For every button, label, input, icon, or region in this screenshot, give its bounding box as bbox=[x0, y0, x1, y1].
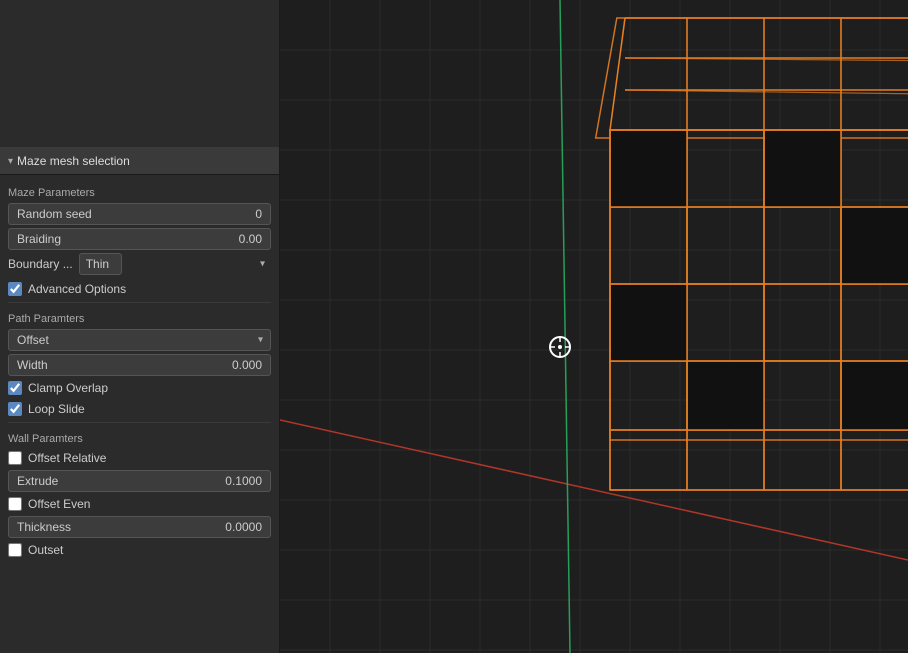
boundary-select[interactable]: Thin Thick None bbox=[79, 253, 122, 275]
divider-2 bbox=[8, 422, 271, 423]
boundary-label: Boundary ... bbox=[8, 257, 73, 271]
extrude-row: Extrude 0.1000 bbox=[8, 470, 271, 492]
width-label: Width bbox=[17, 358, 48, 372]
random-seed-value[interactable]: 0 bbox=[255, 207, 262, 221]
path-parameters-label: Path Paramters bbox=[8, 307, 271, 329]
offset-dropdown-wrapper: Offset None bbox=[8, 329, 271, 351]
braiding-row: Braiding 0.00 bbox=[8, 228, 271, 250]
offset-relative-label[interactable]: Offset Relative bbox=[28, 451, 106, 465]
maze-mesh-selection-label: Maze mesh selection bbox=[17, 154, 130, 168]
offset-even-row: Offset Even bbox=[8, 495, 271, 513]
width-value[interactable]: 0.000 bbox=[232, 358, 262, 372]
sidebar: ▾ Maze mesh selection Maze Parameters Ra… bbox=[0, 0, 280, 653]
advanced-options-checkbox[interactable] bbox=[8, 282, 22, 296]
wall-parameters-label: Wall Paramters bbox=[8, 427, 271, 449]
panel-body: Maze Parameters Random seed 0 Braiding 0… bbox=[0, 175, 279, 568]
braiding-label: Braiding bbox=[17, 232, 61, 246]
offset-relative-checkbox[interactable] bbox=[8, 451, 22, 465]
outset-label[interactable]: Outset bbox=[28, 543, 63, 557]
boundary-dropdown-wrapper: Thin Thick None bbox=[79, 253, 271, 275]
clamp-overlap-checkbox[interactable] bbox=[8, 381, 22, 395]
offset-select[interactable]: Offset None bbox=[8, 329, 271, 351]
3d-viewport[interactable] bbox=[280, 0, 908, 653]
outset-checkbox[interactable] bbox=[8, 543, 22, 557]
loop-slide-checkbox[interactable] bbox=[8, 402, 22, 416]
loop-slide-label[interactable]: Loop Slide bbox=[28, 402, 85, 416]
thickness-label: Thickness bbox=[17, 520, 71, 534]
viewport-canvas bbox=[280, 0, 908, 653]
thickness-value[interactable]: 0.0000 bbox=[225, 520, 262, 534]
collapse-arrow-icon: ▾ bbox=[8, 156, 13, 167]
extrude-label: Extrude bbox=[17, 474, 58, 488]
top-bar-area bbox=[0, 0, 279, 148]
clamp-overlap-label[interactable]: Clamp Overlap bbox=[28, 381, 108, 395]
braiding-value[interactable]: 0.00 bbox=[239, 232, 262, 246]
maze-parameters-label: Maze Parameters bbox=[8, 181, 271, 203]
loop-slide-row: Loop Slide bbox=[8, 400, 271, 418]
thickness-row: Thickness 0.0000 bbox=[8, 516, 271, 538]
random-seed-row: Random seed 0 bbox=[8, 203, 271, 225]
advanced-options-row: Advanced Options bbox=[8, 280, 271, 298]
outset-row: Outset bbox=[8, 541, 271, 559]
boundary-row: Boundary ... Thin Thick None bbox=[8, 253, 271, 275]
extrude-value[interactable]: 0.1000 bbox=[225, 474, 262, 488]
offset-even-label[interactable]: Offset Even bbox=[28, 497, 90, 511]
maze-mesh-selection-header[interactable]: ▾ Maze mesh selection bbox=[0, 148, 279, 175]
offset-even-checkbox[interactable] bbox=[8, 497, 22, 511]
offset-relative-row: Offset Relative bbox=[8, 449, 271, 467]
random-seed-label: Random seed bbox=[17, 207, 92, 221]
clamp-overlap-row: Clamp Overlap bbox=[8, 379, 271, 397]
divider-1 bbox=[8, 302, 271, 303]
advanced-options-label[interactable]: Advanced Options bbox=[28, 282, 126, 296]
width-row: Width 0.000 bbox=[8, 354, 271, 376]
